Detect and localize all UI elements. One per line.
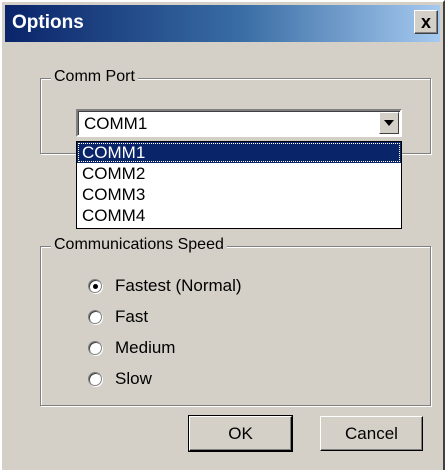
radio-unchecked-icon[interactable] bbox=[88, 310, 102, 324]
communications-speed-legend: Communications Speed bbox=[51, 236, 227, 254]
radio-unchecked-icon[interactable] bbox=[88, 372, 102, 386]
comm-port-selected-value: COMM1 bbox=[84, 114, 148, 133]
speed-option-medium[interactable]: Medium bbox=[88, 336, 175, 360]
cancel-button[interactable]: Cancel bbox=[320, 416, 423, 451]
dropdown-option-comm1[interactable]: COMM1 bbox=[77, 142, 401, 163]
ok-button[interactable]: OK bbox=[188, 415, 293, 452]
comm-port-dropdown-list[interactable]: COMM1 COMM2 COMM3 COMM4 bbox=[76, 141, 402, 229]
speed-option-label: Fastest (Normal) bbox=[115, 276, 242, 295]
radio-unchecked-icon[interactable] bbox=[88, 341, 102, 355]
comm-port-select[interactable]: COMM1 bbox=[76, 109, 402, 137]
chevron-down-icon bbox=[384, 120, 394, 126]
close-icon: x bbox=[420, 12, 431, 32]
speed-option-label: Slow bbox=[115, 369, 152, 388]
title-bar[interactable]: Options x bbox=[5, 5, 440, 42]
comm-port-legend: Comm Port bbox=[51, 68, 138, 86]
window-title: Options bbox=[12, 12, 84, 33]
dropdown-option-comm4[interactable]: COMM4 bbox=[77, 205, 401, 226]
comm-port-dropdown-button[interactable] bbox=[379, 112, 399, 134]
speed-option-slow[interactable]: Slow bbox=[88, 367, 152, 391]
dropdown-option-comm2[interactable]: COMM2 bbox=[77, 163, 401, 184]
speed-option-label: Medium bbox=[115, 338, 176, 357]
speed-option-fastest[interactable]: Fastest (Normal) bbox=[88, 274, 242, 298]
options-dialog: Options x Comm Port COMM1 COMM1 COMM2 CO… bbox=[0, 0, 445, 470]
speed-option-fast[interactable]: Fast bbox=[88, 305, 148, 329]
speed-option-label: Fast bbox=[115, 307, 149, 326]
close-button[interactable]: x bbox=[414, 10, 438, 34]
radio-checked-icon[interactable] bbox=[88, 279, 102, 293]
dropdown-option-comm3[interactable]: COMM3 bbox=[77, 184, 401, 205]
